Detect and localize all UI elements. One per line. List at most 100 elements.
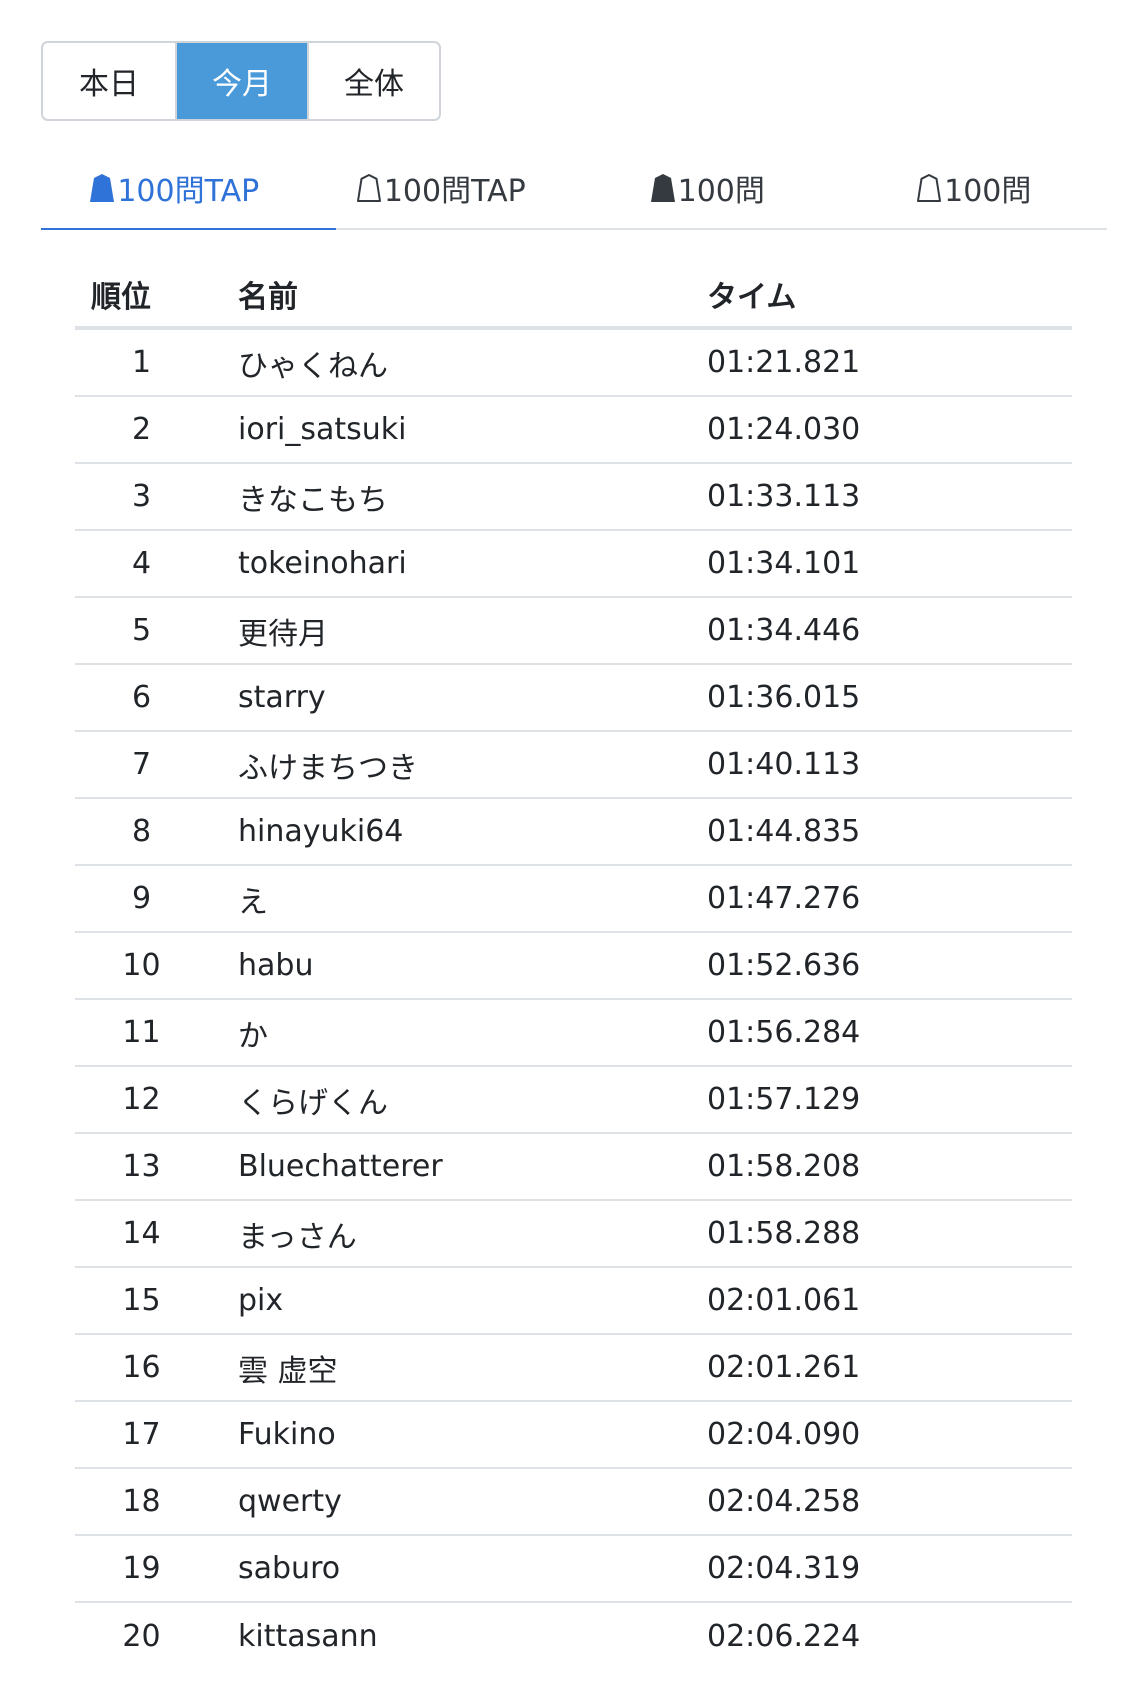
table-row: 13 Bluechatterer 01:58.208 (75, 1134, 1072, 1201)
rank-cell: 4 (131, 546, 152, 581)
tab-content: 100問TAP (356, 166, 526, 210)
rank-cell: 20 (122, 1619, 161, 1654)
time-cell: 02:06.224 (707, 1619, 861, 1654)
name-cell: か (238, 1018, 268, 1054)
rank-cell: 1 (131, 345, 152, 380)
rank-header: 順位 (91, 280, 151, 315)
table-row: 4 tokeinohari 01:34.101 (75, 531, 1072, 598)
time-cell: 01:36.015 (707, 680, 861, 715)
table-row: 6 starry 01:36.015 (75, 665, 1072, 732)
tab-label: 100問 (944, 174, 1032, 209)
rank-cell: 19 (122, 1551, 161, 1586)
time-cell: 02:04.258 (707, 1484, 861, 1519)
table-row: 8 hinayuki64 01:44.835 (75, 799, 1072, 866)
table-header: 順位 名前 タイム (75, 262, 1072, 330)
name-cell: kittasann (238, 1619, 378, 1654)
table-row: 2 iori_satsuki 01:24.030 (75, 397, 1072, 464)
name-cell: え (238, 884, 268, 920)
rank-cell: 2 (131, 412, 152, 447)
time-cell: 02:04.319 (707, 1551, 861, 1586)
time-cell: 01:33.113 (707, 479, 861, 514)
time-cell: 01:52.636 (707, 948, 861, 983)
name-cell: tokeinohari (238, 546, 407, 581)
tab-label: 100問TAP (383, 174, 526, 209)
name-cell: Bluechatterer (238, 1149, 443, 1184)
name-cell: habu (238, 948, 314, 983)
time-cell: 01:34.101 (707, 546, 861, 581)
table-row: 12 くらげくん 01:57.129 (75, 1067, 1072, 1134)
time-cell: 01:24.030 (707, 412, 861, 447)
period-month-button[interactable]: 今月 (175, 43, 307, 119)
rank-cell: 15 (122, 1283, 161, 1318)
table-row: 10 habu 01:52.636 (75, 933, 1072, 1000)
rank-cell: 12 (122, 1082, 161, 1117)
tab-content: 100問 (916, 166, 1031, 210)
mode-tabs: 100問TAP 100問TAP 100問 100問 (41, 148, 1107, 230)
name-cell: くらげくん (238, 1085, 388, 1121)
rank-cell: 14 (122, 1216, 161, 1251)
tab-label: 100問TAP (117, 174, 260, 209)
rank-cell: 11 (122, 1015, 161, 1050)
name-cell: qwerty (238, 1484, 342, 1519)
name-cell: ひゃくねん (238, 348, 388, 384)
name-header: 名前 (238, 280, 298, 315)
time-cell: 02:04.090 (707, 1417, 861, 1452)
time-cell: 01:34.446 (707, 613, 861, 648)
tab-label: 100問 (677, 174, 765, 209)
rank-cell: 17 (122, 1417, 161, 1452)
tab-content: 100問 (650, 166, 765, 210)
rank-cell: 7 (131, 747, 152, 782)
table-row: 5 更待月 01:34.446 (75, 598, 1072, 665)
rank-cell: 6 (131, 680, 152, 715)
period-all-button[interactable]: 全体 (307, 43, 439, 119)
name-cell: starry (238, 680, 326, 715)
time-cell: 01:58.208 (707, 1149, 861, 1184)
time-cell: 01:21.821 (707, 345, 861, 380)
rank-cell: 3 (131, 479, 152, 514)
shogi-piece-outline-icon (917, 174, 942, 202)
table-row: 14 まっさん 01:58.288 (75, 1201, 1072, 1268)
name-cell: pix (238, 1283, 284, 1318)
table-row: 19 saburo 02:04.319 (75, 1536, 1072, 1603)
table-row: 7 ふけまちつき 01:40.113 (75, 732, 1072, 799)
rank-cell: 18 (122, 1484, 161, 1519)
tab-100-tap-outline[interactable]: 100問TAP (308, 148, 575, 228)
shogi-piece-filled-icon (90, 174, 115, 202)
name-cell: 更待月 (238, 616, 328, 652)
time-cell: 01:57.129 (707, 1082, 861, 1117)
time-cell: 02:01.261 (707, 1350, 861, 1385)
table-body: 1 ひゃくねん 01:21.821 2 iori_satsuki 01:24.030 3 きな… (75, 330, 1072, 1670)
name-cell: saburo (238, 1551, 341, 1586)
tab-100-filled[interactable]: 100問 (574, 148, 841, 228)
time-cell: 01:40.113 (707, 747, 861, 782)
period-selector: 本日 今月 全体 (41, 41, 441, 121)
tab-100-outline[interactable]: 100問 (841, 148, 1108, 228)
name-cell: まっさん (238, 1219, 357, 1255)
name-cell: ふけまちつき (238, 750, 418, 786)
table-row: 11 か 01:56.284 (75, 1000, 1072, 1067)
name-cell: iori_satsuki (238, 412, 407, 447)
time-cell: 01:47.276 (707, 881, 861, 916)
name-cell: きなこもち (238, 482, 388, 518)
table-row: 15 pix 02:01.061 (75, 1268, 1072, 1335)
tab-100-tap-filled[interactable]: 100問TAP (41, 148, 335, 230)
shogi-piece-filled-icon (650, 174, 675, 202)
rank-cell: 13 (122, 1149, 161, 1184)
rank-cell: 9 (131, 881, 152, 916)
table-row: 9 え 01:47.276 (75, 866, 1072, 933)
name-cell: Fukino (238, 1417, 336, 1452)
ranking-table: 順位 名前 タイム 1 ひゃくねん 01:21.821 2 iori_satsuki 01… (75, 262, 1072, 1670)
period-today-button[interactable]: 本日 (43, 43, 175, 119)
table-row: 17 Fukino 02:04.090 (75, 1402, 1072, 1469)
rank-cell: 16 (122, 1350, 161, 1385)
table-row: 16 雲 虚空 02:01.261 (75, 1335, 1072, 1402)
name-cell: hinayuki64 (238, 814, 404, 849)
tab-content: 100問TAP (89, 166, 259, 210)
table-row: 3 きなこもち 01:33.113 (75, 464, 1072, 531)
table-row: 1 ひゃくねん 01:21.821 (75, 330, 1072, 397)
table-row: 18 qwerty 02:04.258 (75, 1469, 1072, 1536)
time-cell: 01:44.835 (707, 814, 861, 849)
time-cell: 01:58.288 (707, 1216, 861, 1251)
rank-cell: 10 (122, 948, 161, 983)
time-cell: 02:01.061 (707, 1283, 861, 1318)
